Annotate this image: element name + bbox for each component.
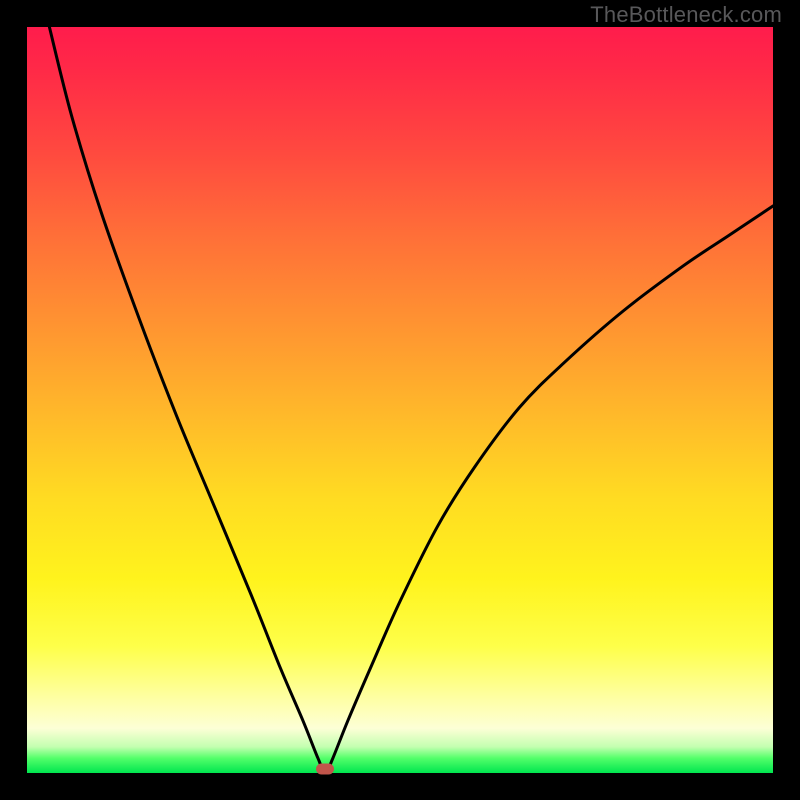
bottleneck-curve-path [49,27,773,773]
chart-frame: TheBottleneck.com [0,0,800,800]
plot-area [27,27,773,773]
minimum-marker [316,764,334,775]
curve-svg [27,27,773,773]
watermark-label: TheBottleneck.com [590,2,782,28]
